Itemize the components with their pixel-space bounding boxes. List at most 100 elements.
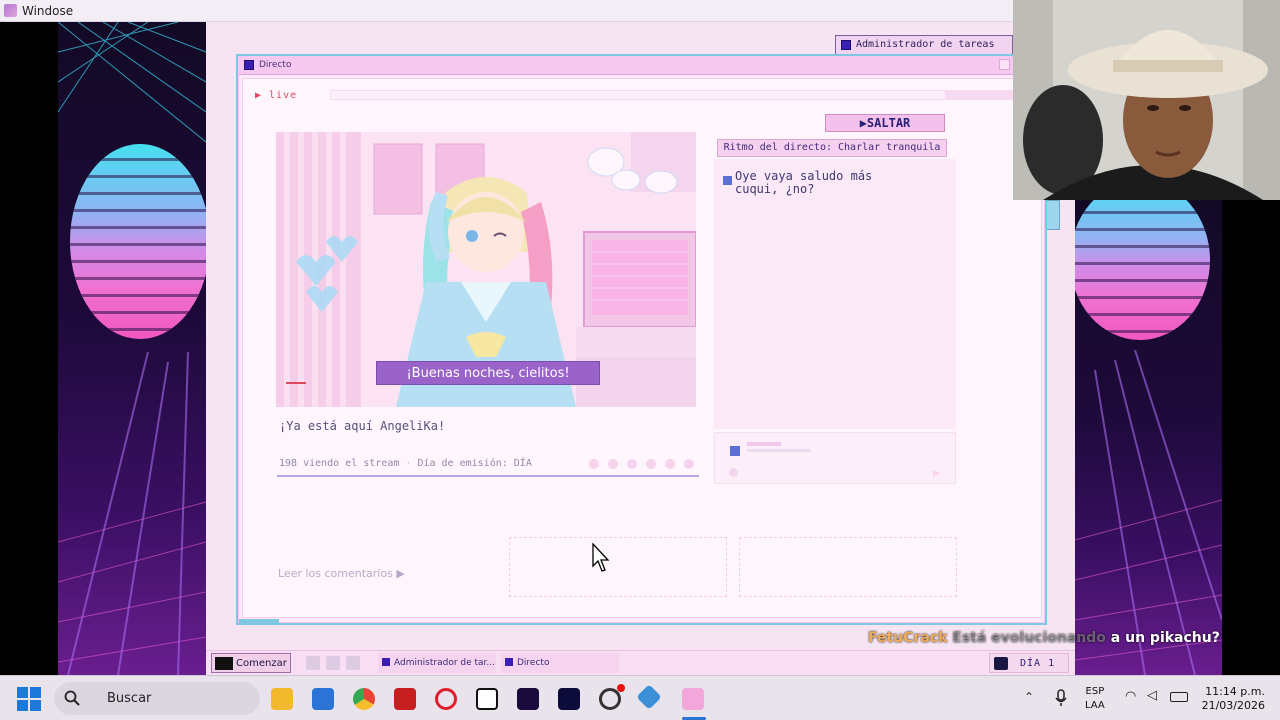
broadcast-day: Día de emisión: DÍA [417, 458, 532, 469]
chat-message: Oye vaya saludo más cuqui, ¿no? [735, 169, 873, 196]
indicator-dot [589, 459, 599, 469]
send-arrow-icon[interactable]: ▶ [933, 468, 941, 479]
start-label: Comenzar [236, 658, 287, 669]
live-bar: ▶ live [255, 87, 1015, 105]
day-label: DÍA 1 [1020, 658, 1056, 669]
viewer-count: 198 viendo el stream [279, 458, 400, 469]
start-button[interactable]: Comenzar [211, 653, 291, 673]
webcam-person-image [1013, 0, 1280, 200]
chat-compose-area[interactable]: ▶ [714, 432, 956, 484]
moon-icon [994, 657, 1008, 670]
wallpaper-right [1075, 200, 1222, 675]
app-icon [4, 4, 17, 17]
window-titlebar[interactable]: Directo [239, 57, 1044, 75]
window-icon [505, 658, 513, 666]
opera-icon[interactable] [435, 688, 457, 710]
language-indicator[interactable]: ESP LAA [1085, 685, 1105, 713]
placeholder-line [747, 449, 811, 452]
skip-button[interactable]: ▶SALTAR [825, 114, 945, 132]
after-effects-icon[interactable] [558, 688, 580, 710]
window-control-button[interactable] [999, 59, 1010, 70]
comment-slot[interactable] [739, 537, 957, 597]
chrome-icon[interactable] [353, 688, 375, 710]
app-icon-diamond[interactable] [636, 684, 662, 710]
app-shortcut-icon[interactable] [326, 656, 340, 670]
comment-slot[interactable] [509, 537, 727, 597]
clock[interactable]: 11:14 p.m. 21/03/2026 [1200, 685, 1265, 713]
background-window-task-manager[interactable]: Administrador de tareas [835, 35, 1013, 55]
placeholder-line [747, 442, 781, 446]
host-titlebar: Windose [0, 0, 1013, 22]
live-progress-track [330, 90, 980, 100]
window-resize-grip[interactable] [239, 619, 279, 624]
chat-overlay-caption: FetuCrack Está evolucionando a un pikach… [868, 630, 1220, 646]
black-border-left [0, 22, 58, 675]
clock-time: 11:14 p.m. [1205, 685, 1265, 698]
chat-panel [714, 159, 956, 429]
indicator-dot [665, 459, 675, 469]
wallpaper-left [58, 22, 206, 675]
indicator-dot [646, 459, 656, 469]
mouse-cursor-icon [592, 543, 610, 572]
language-code: ESP [1085, 686, 1105, 697]
os-taskbar: Buscar ⌃ ESP LAA ◠ ◁ 11:14 p.m. 21/03/20… [0, 675, 1280, 720]
volume-icon[interactable]: ◁ [1147, 688, 1157, 703]
emoji-icon[interactable] [729, 468, 738, 477]
chat-user-icon [723, 176, 732, 185]
black-border-right [1222, 200, 1280, 675]
live-progress-end [945, 90, 1015, 100]
day-counter: DÍA 1 [989, 653, 1069, 673]
wifi-icon[interactable]: ◠ [1125, 689, 1136, 704]
indicator-dot [684, 459, 694, 469]
file-explorer-icon[interactable] [271, 688, 293, 710]
app-shortcut-icon[interactable] [346, 656, 360, 670]
window-content: ▶ live ▶SALTAR ¡Buenas noches, cielitos!… [242, 78, 1042, 618]
search-icon [64, 690, 80, 706]
host-title: Windose [22, 4, 74, 18]
background-window-title: Administrador de tareas [856, 39, 995, 50]
task-task-manager[interactable]: Administrador de tar... [378, 653, 496, 673]
windows-start-icon[interactable] [17, 687, 41, 711]
caption-text: a un pikachu? [1110, 630, 1220, 646]
windose-icon[interactable] [682, 688, 704, 710]
stream-stats: 198 viendo el stream · Día de emisión: DÍA [279, 458, 532, 469]
stream-progress-marker [286, 382, 306, 384]
task-label: Administrador de tar... [394, 658, 496, 668]
start-icon [215, 657, 233, 670]
caption-text-faded: Está evolucionando [952, 630, 1106, 646]
window-icon [841, 40, 851, 50]
stream-rhythm-label: Ritmo del directo: Charlar tranquila [717, 139, 947, 157]
webcam-feed [1013, 0, 1280, 200]
window-icon [244, 60, 254, 70]
chevron-up-icon[interactable]: ⌃ [1024, 690, 1034, 704]
voicemeeter-icon[interactable] [394, 688, 416, 710]
task-directo[interactable]: Directo [501, 653, 619, 673]
app-taskbar: Comenzar Administrador de tar... Directo… [206, 650, 1075, 675]
store-icon[interactable] [312, 688, 334, 710]
search-placeholder: Buscar [107, 691, 152, 706]
window-title: Directo [259, 60, 292, 70]
os-search-box[interactable]: Buscar [54, 682, 260, 715]
background-window-edge [1046, 200, 1060, 230]
obs-icon[interactable] [599, 688, 621, 710]
neon-grid-art [58, 22, 206, 675]
window-icon [382, 658, 390, 666]
read-comments-link[interactable]: Leer los comentarios ▶ [278, 567, 405, 580]
twitter-icon[interactable] [306, 656, 320, 670]
arrival-text: ¡Ya está aquí AngeliKa! [279, 419, 446, 433]
indicator-dot [608, 459, 618, 469]
chat-user-icon [730, 446, 740, 456]
stats-divider [277, 475, 699, 477]
notification-badge [617, 684, 625, 692]
clock-date: 21/03/2026 [1201, 699, 1265, 712]
indicator-dot [627, 459, 637, 469]
caption-username: FetuCrack [868, 630, 948, 646]
premiere-icon[interactable] [517, 688, 539, 710]
keyboard-layout: LAA [1085, 700, 1105, 711]
stream-video: ¡Buenas noches, cielitos! [276, 132, 696, 407]
notion-icon[interactable] [476, 688, 498, 710]
battery-icon[interactable] [1170, 692, 1188, 702]
stream-window: Directo ▶ live ▶SALTAR ¡Buenas noches, c… [236, 54, 1047, 625]
microphone-icon[interactable] [1054, 689, 1068, 707]
stream-subtitle: ¡Buenas noches, cielitos! [376, 361, 600, 385]
